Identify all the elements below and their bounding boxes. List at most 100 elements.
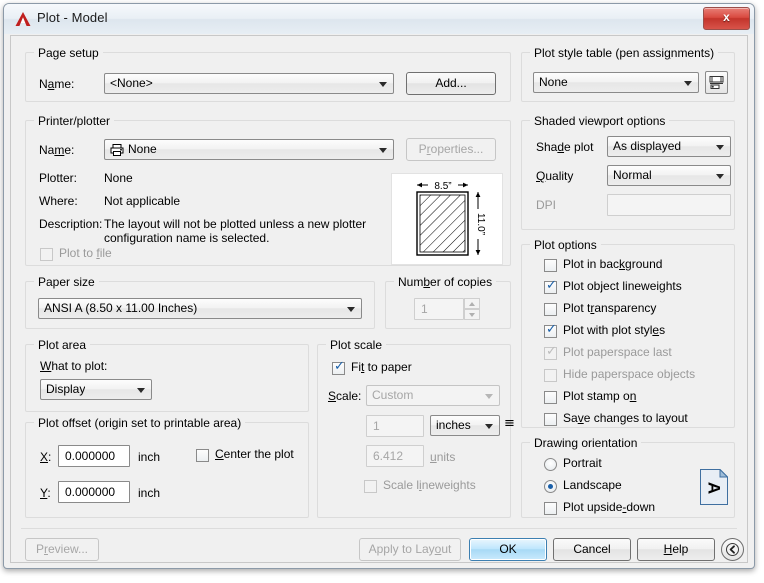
copies-stepper-down[interactable]: [464, 309, 480, 320]
plot-option-checkbox-6[interactable]: [544, 391, 557, 404]
apply-to-layout-button-label: Apply to Layout: [368, 542, 452, 556]
plot-upside-down-checkbox[interactable]: [544, 502, 557, 515]
close-button[interactable]: x: [703, 7, 750, 30]
offset-y-input[interactable]: 0.000000: [58, 481, 130, 503]
plot-style-table-combo[interactable]: None: [533, 72, 699, 93]
plot-option-checkbox-3[interactable]: ✓: [544, 323, 557, 338]
preview-button[interactable]: Preview...: [25, 538, 99, 561]
drawing-orientation-group: Drawing orientation Portrait Landscape P…: [521, 436, 735, 518]
chevron-down-icon: [684, 81, 692, 86]
collapse-options-button[interactable]: [721, 538, 744, 561]
what-to-plot-combo[interactable]: Display: [40, 379, 152, 400]
paper-size-combo[interactable]: ANSI A (8.50 x 11.00 Inches): [38, 298, 362, 319]
paper-size-group: Paper size ANSI A (8.50 x 11.00 Inches): [25, 275, 375, 329]
ok-button[interactable]: OK: [469, 538, 547, 561]
fit-to-paper-label: Fit to paper: [351, 360, 412, 374]
offset-x-input[interactable]: 0.000000: [58, 445, 130, 467]
autocad-a-logo-icon: [14, 11, 32, 27]
chevron-down-icon: [379, 148, 387, 153]
number-of-copies-label: Number of copies: [394, 275, 497, 289]
quality-combo[interactable]: Normal: [607, 165, 731, 186]
copies-input[interactable]: 1: [414, 298, 464, 320]
printer-plotter-group: Printer/plotter Name: None Properties...: [25, 114, 511, 266]
preview-button-label: Preview...: [35, 542, 89, 556]
scale-units-label: units: [430, 450, 456, 464]
chevron-down-icon: [137, 388, 145, 393]
scale-value: Custom: [372, 388, 414, 402]
plot-option-checkbox-5[interactable]: [544, 369, 557, 382]
add-page-setup-button[interactable]: Add...: [406, 72, 496, 95]
plot-option-checkbox-4[interactable]: ✓: [544, 345, 557, 360]
shaded-viewport-options-group: Shaded viewport options Shade plot As di…: [521, 114, 735, 230]
help-button[interactable]: Help: [637, 538, 715, 561]
check-icon: ✓: [334, 359, 345, 374]
properties-button-label: Properties...: [418, 142, 484, 156]
plot-option-label-1: Plot object lineweights: [563, 279, 682, 293]
center-the-plot-checkbox[interactable]: [196, 449, 209, 462]
plot-area-group: Plot area What to plot: Display: [25, 338, 309, 412]
description-value-line1: The layout will not be plotted unless a …: [104, 217, 367, 231]
printer-properties-button[interactable]: Properties...: [406, 138, 496, 161]
ok-button-label: OK: [499, 542, 517, 556]
plot-dialog-window: Plot - Model x Page setup Name: <None> A…: [3, 3, 755, 569]
page-setup-group: Page setup Name: <None> Add...: [25, 46, 511, 102]
plot-option-label-3: Plot with plot styles: [563, 323, 666, 337]
svg-text:8.5”: 8.5”: [434, 181, 451, 192]
apply-to-layout-button[interactable]: Apply to Layout: [359, 538, 461, 561]
scale-denominator-input[interactable]: 6.412: [366, 445, 424, 467]
scale-numerator-input[interactable]: 1: [366, 415, 424, 437]
printer-name-combo[interactable]: None: [104, 139, 394, 160]
plot-options-group: Plot options Plot in background ✓ Plot o…: [521, 238, 735, 428]
where-value: Not applicable: [104, 194, 181, 208]
fit-to-paper-checkbox[interactable]: ✓: [332, 359, 345, 375]
svg-text:11.0”: 11.0”: [475, 213, 486, 235]
offset-y-value: 0.000000: [65, 485, 116, 499]
footer-divider: [21, 528, 737, 529]
scale-lineweights-label: Scale lineweights: [383, 478, 476, 492]
offset-y-label: Y:: [40, 486, 51, 500]
dpi-input[interactable]: [607, 194, 731, 216]
offset-x-unit: inch: [138, 450, 161, 464]
plot-style-table-value: None: [539, 75, 568, 89]
plot-option-checkbox-2[interactable]: [544, 303, 557, 316]
scale-combo[interactable]: Custom: [366, 385, 500, 406]
plot-to-file-checkbox[interactable]: [40, 248, 53, 261]
page-setup-name-combo[interactable]: <None>: [104, 73, 394, 94]
what-to-plot-label: What to plot:: [40, 359, 108, 373]
plot-offset-group: Plot offset (origin set to printable are…: [25, 416, 309, 518]
number-of-copies-group: Number of copies 1: [385, 275, 511, 329]
check-icon: ✓: [546, 278, 557, 293]
description-label: Description:: [39, 217, 103, 231]
plot-upside-down-label: Plot upside-down: [563, 500, 656, 514]
scale-denominator-value: 6.412: [373, 449, 404, 463]
plot-option-checkbox-7[interactable]: [544, 413, 557, 426]
what-to-plot-value: Display: [46, 382, 86, 396]
paper-size-label: Paper size: [34, 275, 99, 289]
plot-option-checkbox-1[interactable]: ✓: [544, 278, 557, 294]
copies-stepper[interactable]: [464, 298, 480, 320]
chevron-down-icon: [485, 424, 493, 429]
portrait-radio[interactable]: [544, 458, 557, 471]
plot-option-label-2: Plot transparency: [563, 301, 657, 315]
offset-x-value: 0.000000: [65, 449, 116, 463]
offset-y-unit: inch: [138, 486, 161, 500]
plot-option-label-5: Hide paperspace objects: [563, 367, 696, 381]
plot-style-editor-button[interactable]: [705, 71, 728, 94]
scale-units-combo[interactable]: inches: [430, 415, 500, 436]
plot-option-label-0: Plot in background: [563, 257, 663, 271]
window-title: Plot - Model: [37, 10, 108, 25]
quality-label: Quality: [536, 169, 574, 183]
copies-stepper-up[interactable]: [464, 298, 480, 309]
plot-area-label: Plot area: [34, 338, 91, 352]
dpi-label: DPI: [536, 198, 557, 212]
shade-plot-combo[interactable]: As displayed: [607, 136, 731, 157]
cancel-button[interactable]: Cancel: [553, 538, 631, 561]
paper-size-value: ANSI A (8.50 x 11.00 Inches): [44, 301, 198, 315]
plot-to-file-label: Plot to file: [59, 246, 112, 260]
plot-style-editor-icon: [709, 75, 724, 93]
add-button-label: Add...: [435, 76, 467, 90]
scale-lineweights-checkbox[interactable]: [364, 480, 377, 493]
plot-option-label-4: Plot paperspace last: [563, 345, 672, 359]
plot-option-checkbox-0[interactable]: [544, 259, 557, 272]
landscape-radio[interactable]: [544, 480, 557, 493]
